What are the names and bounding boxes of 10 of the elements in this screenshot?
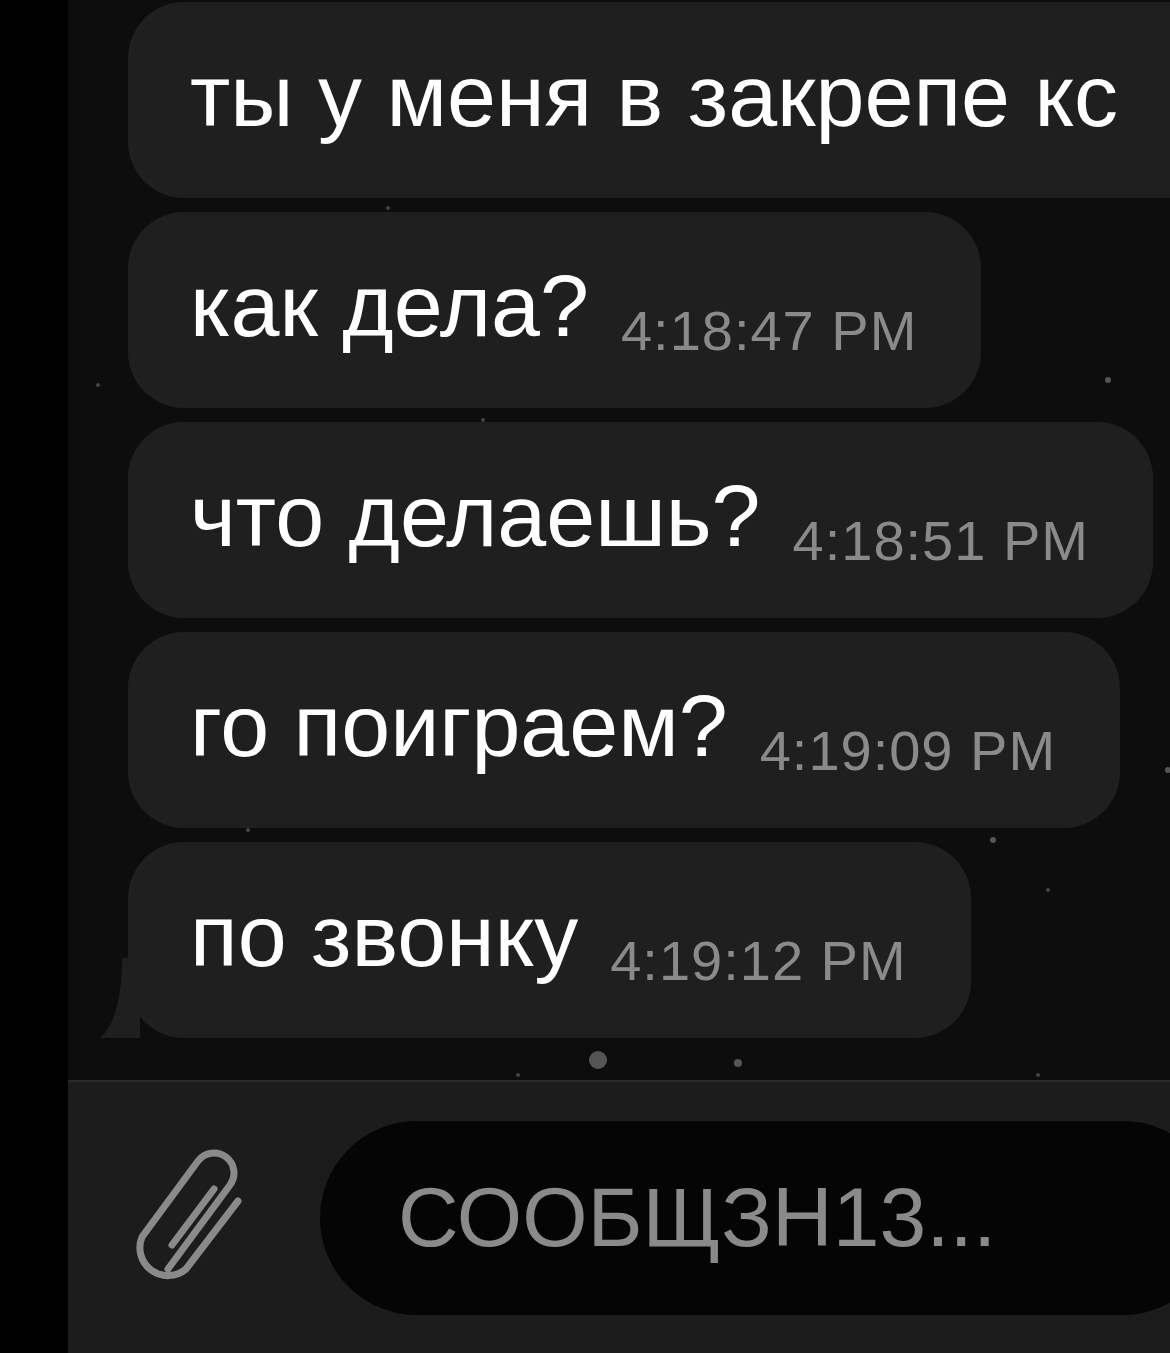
- message-input-field[interactable]: СООБЩЗН13...: [320, 1120, 1170, 1315]
- message-text: го поиграем?: [190, 676, 728, 776]
- message-time: 4:19:09 PM: [759, 718, 1057, 784]
- message-text: по звонку: [190, 886, 579, 986]
- message-time: 4:18:47 PM: [620, 298, 918, 364]
- message-text: как дела?: [190, 256, 589, 356]
- message-text: ты у меня в закрепе кс: [190, 46, 1118, 146]
- message-time: 4:19:12 PM: [610, 928, 907, 994]
- message-text: что делаешь?: [190, 466, 761, 566]
- message-time: 4:18:51 PM: [792, 508, 1089, 574]
